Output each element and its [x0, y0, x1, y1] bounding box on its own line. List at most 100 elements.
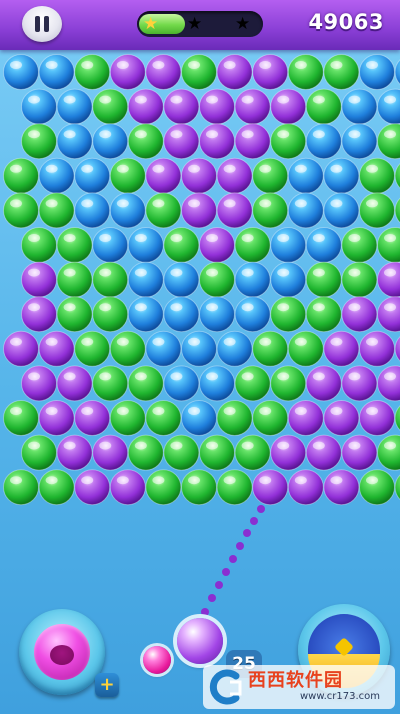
bubble-purple — [56, 434, 93, 471]
bubble-purple — [199, 123, 235, 160]
bubble-highlight — [348, 303, 361, 312]
bubble-green — [56, 261, 93, 298]
bubble-highlight — [152, 61, 165, 69]
bubble-highlight — [384, 268, 396, 277]
bubble-purple — [21, 296, 57, 333]
bubble-highlight — [206, 441, 218, 450]
bubble-highlight — [10, 407, 22, 415]
next-bubble[interactable] — [143, 646, 171, 674]
bubble-highlight — [277, 303, 290, 312]
bubble-blue — [181, 330, 217, 367]
bubble-highlight — [10, 476, 22, 485]
bubble-purple — [74, 469, 111, 506]
aim-dot — [250, 517, 258, 525]
bubble-green — [359, 157, 395, 194]
bubble-highlight — [116, 476, 129, 485]
bubble-highlight — [312, 130, 325, 139]
bubble-highlight — [223, 164, 236, 173]
bubble-purple — [323, 469, 360, 506]
bubble-highlight — [241, 268, 254, 277]
level-progress-bar: ★ ★ ★ — [137, 11, 263, 37]
bubble-purple — [394, 335, 400, 362]
bubble-highlight — [116, 407, 129, 415]
bubble-highlight — [259, 337, 272, 346]
bubble-highlight — [170, 95, 183, 104]
bubble-purple — [305, 434, 342, 471]
bubble-blue — [270, 227, 307, 263]
bubble-purple — [38, 330, 75, 367]
bubble-purple — [109, 54, 146, 90]
bubble-green — [359, 469, 395, 506]
bubble-highlight — [81, 476, 94, 485]
bubble-purple — [252, 54, 289, 90]
bubble-green — [21, 123, 57, 160]
bubble-highlight — [330, 407, 343, 415]
bubble-highlight — [134, 372, 147, 381]
star-icon: ★ — [187, 14, 203, 34]
pause-button[interactable] — [22, 6, 62, 42]
shooter-bubble[interactable] — [177, 618, 223, 664]
bubble-blue — [163, 365, 200, 402]
bubble-blue — [323, 157, 360, 194]
bubble-highlight — [81, 407, 94, 415]
bubble-blue — [305, 227, 342, 263]
bubble-highlight — [366, 61, 378, 69]
bubble-green — [92, 88, 129, 125]
plus-icon: + — [99, 674, 115, 695]
bubble-green — [74, 330, 111, 367]
bubble-highlight — [277, 234, 290, 242]
bubble-highlight — [241, 372, 254, 381]
bubble-purple — [252, 469, 289, 506]
bubble-green — [3, 192, 39, 229]
bubble-green — [305, 296, 342, 333]
score-display: 49063 — [308, 10, 384, 34]
bubble-highlight — [134, 234, 147, 242]
bubble-highlight — [348, 234, 361, 242]
bubble-purple — [216, 157, 253, 194]
bubble-highlight — [206, 95, 218, 104]
bubble-green — [270, 365, 307, 402]
bubble-green — [127, 123, 164, 160]
bubble-green — [359, 192, 395, 229]
bubble-highlight — [28, 372, 40, 381]
bubble-blue — [145, 330, 182, 367]
bubble-purple — [3, 330, 39, 367]
bubble-green — [163, 434, 200, 471]
bubble-highlight — [170, 441, 183, 450]
aim-dot — [201, 608, 209, 616]
bubble-highlight — [312, 303, 325, 312]
bubble-green — [21, 227, 57, 263]
bubble-highlight — [259, 407, 272, 415]
bubble-highlight — [116, 61, 129, 69]
bubble-highlight — [294, 337, 307, 346]
bubble-purple — [341, 365, 378, 402]
bubble-blue — [56, 88, 93, 125]
bubble-highlight — [28, 441, 40, 450]
bubble-highlight — [330, 476, 343, 485]
bubble-highlight — [294, 199, 307, 208]
bubble-purple — [377, 365, 400, 402]
swap-bubble-button[interactable] — [19, 609, 105, 695]
bubble-highlight — [188, 476, 200, 485]
bubble-green — [109, 330, 146, 367]
bubble-highlight — [188, 164, 200, 173]
bubble-blue — [270, 261, 307, 298]
bubble-green — [145, 469, 182, 506]
bubble-highlight — [45, 337, 58, 346]
bubble-green — [3, 469, 39, 506]
aim-dot — [243, 529, 251, 537]
bubble-purple — [305, 365, 342, 402]
bubble-highlight — [241, 130, 254, 139]
bubble-highlight — [259, 476, 272, 485]
bubble-purple — [145, 157, 182, 194]
bubble-blue — [287, 192, 324, 229]
bubble-green — [270, 296, 307, 333]
bubble-green — [234, 434, 271, 471]
bubble-highlight — [45, 61, 58, 69]
bubble-blue — [21, 88, 57, 125]
add-booster-button[interactable]: + — [95, 673, 119, 697]
bubble-highlight — [223, 199, 236, 208]
bubble-green — [377, 227, 400, 263]
bubble-highlight — [366, 476, 378, 485]
bubble-highlight — [28, 130, 40, 139]
